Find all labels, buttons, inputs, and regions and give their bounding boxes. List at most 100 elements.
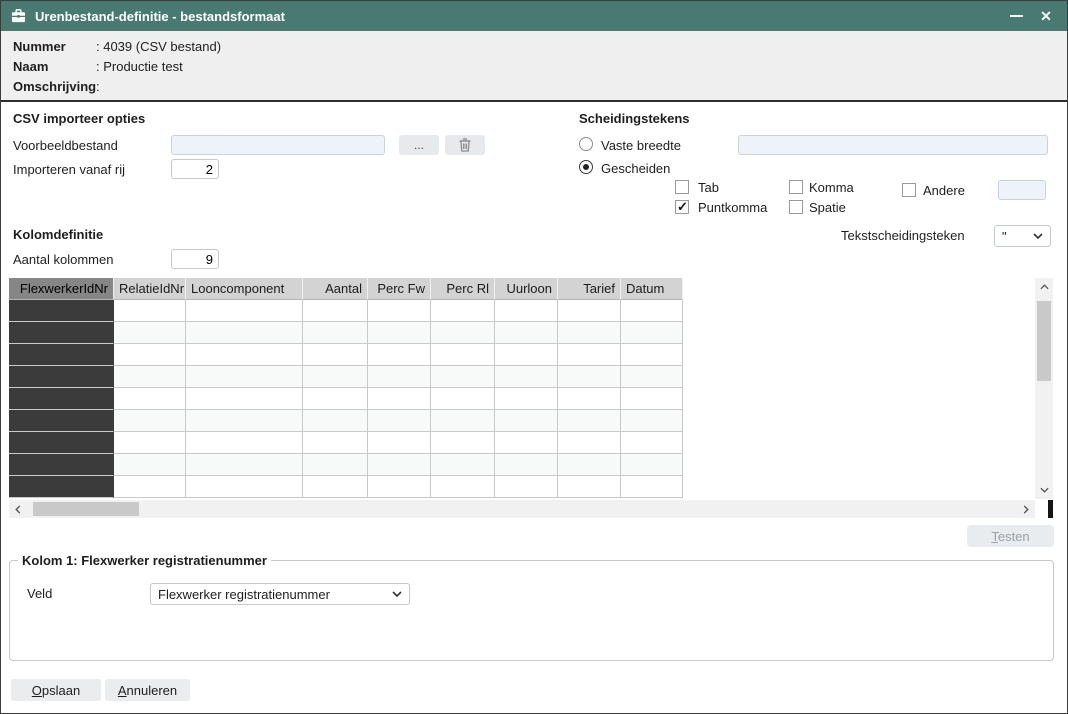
column-header[interactable]: RelatieIdNr xyxy=(114,278,186,300)
grid-cell[interactable] xyxy=(495,432,558,454)
column-header[interactable]: Perc Rl xyxy=(431,278,495,300)
grid-cell[interactable] xyxy=(9,454,114,476)
grid-cell[interactable] xyxy=(368,344,431,366)
grid-cell[interactable] xyxy=(558,366,621,388)
importeren-vanaf-rij-input[interactable] xyxy=(171,159,219,179)
grid-cell[interactable] xyxy=(114,432,186,454)
veld-dropdown[interactable]: Flexwerker registratienummer xyxy=(150,583,410,605)
grid-cell[interactable] xyxy=(495,476,558,498)
grid-cell[interactable] xyxy=(368,300,431,322)
spatie-checkbox[interactable] xyxy=(789,200,803,214)
grid-cell[interactable] xyxy=(558,410,621,432)
grid-cell[interactable] xyxy=(621,344,683,366)
minimize-button[interactable] xyxy=(999,1,1033,31)
grid-cell[interactable] xyxy=(431,388,495,410)
column-header[interactable]: Looncomponent xyxy=(186,278,303,300)
voorbeeldbestand-input[interactable] xyxy=(171,135,385,155)
grid-cell[interactable] xyxy=(621,476,683,498)
annuleren-button[interactable]: Annuleren xyxy=(105,679,190,701)
gescheiden-radio[interactable] xyxy=(579,160,593,174)
grid-cell[interactable] xyxy=(495,388,558,410)
grid-cell[interactable] xyxy=(9,432,114,454)
grid-cell[interactable] xyxy=(303,300,368,322)
grid-cell[interactable] xyxy=(558,476,621,498)
grid-cell[interactable] xyxy=(495,366,558,388)
grid-cell[interactable] xyxy=(558,454,621,476)
grid-cell[interactable] xyxy=(431,454,495,476)
grid-cell[interactable] xyxy=(9,300,114,322)
grid-cell[interactable] xyxy=(368,322,431,344)
grid-cell[interactable] xyxy=(368,366,431,388)
grid-cell[interactable] xyxy=(495,344,558,366)
grid-cell[interactable] xyxy=(186,476,303,498)
grid-cell[interactable] xyxy=(114,454,186,476)
vaste-breedte-radio[interactable] xyxy=(579,137,593,151)
grid-cell[interactable] xyxy=(495,454,558,476)
grid-cell[interactable] xyxy=(558,322,621,344)
scroll-up-button[interactable] xyxy=(1035,278,1053,296)
grid-cell[interactable] xyxy=(431,432,495,454)
vertical-scrollbar[interactable] xyxy=(1035,278,1053,499)
grid-cell[interactable] xyxy=(431,476,495,498)
grid-cell[interactable] xyxy=(9,344,114,366)
andere-input[interactable] xyxy=(998,180,1046,200)
grid-cell[interactable] xyxy=(114,388,186,410)
tekstscheidingsteken-dropdown[interactable]: " xyxy=(994,225,1051,247)
grid-cell[interactable] xyxy=(114,476,186,498)
column-header[interactable]: Perc Fw xyxy=(368,278,431,300)
grid-cell[interactable] xyxy=(431,300,495,322)
grid-cell[interactable] xyxy=(186,366,303,388)
grid-cell[interactable] xyxy=(303,476,368,498)
opslaan-button[interactable]: Opslaan xyxy=(11,679,101,701)
grid-cell[interactable] xyxy=(303,432,368,454)
andere-checkbox[interactable] xyxy=(902,183,916,197)
grid-cell[interactable] xyxy=(621,300,683,322)
grid-cell[interactable] xyxy=(495,322,558,344)
vaste-breedte-input[interactable] xyxy=(738,135,1048,155)
grid-cell[interactable] xyxy=(114,344,186,366)
browse-button[interactable]: ... xyxy=(399,135,439,155)
grid-cell[interactable] xyxy=(303,366,368,388)
grid-cell[interactable] xyxy=(368,410,431,432)
grid-cell[interactable] xyxy=(495,300,558,322)
grid-cell[interactable] xyxy=(303,454,368,476)
scroll-left-button[interactable] xyxy=(9,500,27,518)
grid-cell[interactable] xyxy=(621,322,683,344)
grid-cell[interactable] xyxy=(431,344,495,366)
grid-cell[interactable] xyxy=(9,410,114,432)
grid-cell[interactable] xyxy=(186,300,303,322)
grid-cell[interactable] xyxy=(368,388,431,410)
grid-cell[interactable] xyxy=(303,410,368,432)
close-button[interactable]: ✕ xyxy=(1029,1,1063,31)
column-header[interactable]: FlexwerkerIdNr xyxy=(9,278,114,300)
grid-cell[interactable] xyxy=(431,410,495,432)
testen-button[interactable]: Testen xyxy=(967,525,1054,547)
puntkomma-checkbox[interactable] xyxy=(675,200,689,214)
grid-cell[interactable] xyxy=(186,454,303,476)
grid-cell[interactable] xyxy=(621,410,683,432)
grid-cell[interactable] xyxy=(9,476,114,498)
vertical-scrollbar-thumb[interactable] xyxy=(1037,301,1051,381)
grid-cell[interactable] xyxy=(368,432,431,454)
column-header[interactable]: Aantal xyxy=(303,278,368,300)
aantal-kolommen-input[interactable] xyxy=(171,249,219,269)
grid-cell[interactable] xyxy=(303,344,368,366)
grid-cell[interactable] xyxy=(303,322,368,344)
scroll-right-button[interactable] xyxy=(1017,500,1035,518)
grid-cell[interactable] xyxy=(114,366,186,388)
grid-cell[interactable] xyxy=(114,410,186,432)
column-header[interactable]: Uurloon xyxy=(495,278,558,300)
grid-cell[interactable] xyxy=(558,388,621,410)
grid-cell[interactable] xyxy=(621,454,683,476)
grid-cell[interactable] xyxy=(114,322,186,344)
grid-cell[interactable] xyxy=(186,322,303,344)
column-header[interactable]: Tarief xyxy=(558,278,621,300)
grid-cell[interactable] xyxy=(368,476,431,498)
column-header[interactable]: Datum xyxy=(621,278,683,300)
grid-cell[interactable] xyxy=(621,388,683,410)
grid-cell[interactable] xyxy=(368,454,431,476)
horizontal-scrollbar-thumb[interactable] xyxy=(33,502,139,516)
grid-cell[interactable] xyxy=(621,366,683,388)
grid-cell[interactable] xyxy=(186,388,303,410)
grid-cell[interactable] xyxy=(186,344,303,366)
